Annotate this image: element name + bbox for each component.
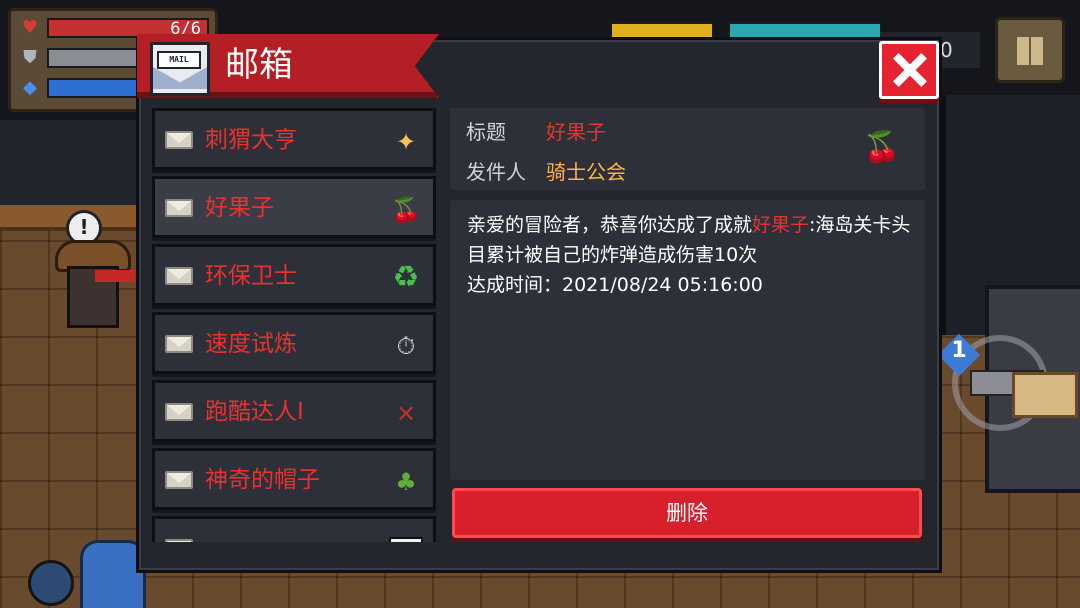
cupid-icon: ✦: [395, 128, 417, 156]
mail-item-label: 神奇的帽子: [205, 467, 320, 493]
mail-item-label: 环保卫士: [205, 263, 297, 289]
weapon-card-icon: [1012, 372, 1078, 418]
mail-list[interactable]: 刺猬大亨 ✦ 好果子 🍒 环保卫士 ♻ 速度试炼 ⏱ 跑酷达人I ✕ 神奇的帽子…: [152, 108, 439, 542]
mail-item-label: 速度试炼: [205, 331, 297, 357]
mail-item[interactable]: 🐼: [152, 516, 436, 542]
hat-icon: ♣: [395, 468, 417, 496]
envelope-icon: [165, 335, 193, 353]
envelope-icon: [165, 403, 193, 421]
mail-item[interactable]: 跑酷达人I ✕: [152, 380, 436, 442]
envelope-icon: [165, 471, 193, 489]
mail-item[interactable]: 速度试炼 ⏱: [152, 312, 436, 374]
npc-character[interactable]: [55, 240, 135, 328]
mail-item[interactable]: 环保卫士 ♻: [152, 244, 436, 306]
recycle-icon: ♻: [392, 260, 420, 295]
delete-button[interactable]: 删除: [452, 488, 922, 538]
left-wall: [0, 120, 140, 210]
ninja-icon: ✕: [395, 400, 417, 428]
mail-item[interactable]: 神奇的帽子 ♣: [152, 448, 436, 510]
mail-item-label: 刺猬大亨: [205, 127, 297, 153]
envelope-icon: [165, 199, 193, 217]
sender-label: 发件人: [466, 160, 526, 184]
cherry-icon: 🍒: [391, 196, 421, 224]
dialog-title: 邮箱: [225, 45, 293, 85]
panda-icon: 🐼: [389, 537, 423, 542]
cherry-icon: 🍒: [863, 130, 901, 165]
weapon-slot-number: 1: [951, 338, 967, 363]
achievement-time: 达成时间：2021/08/24 05:16:00: [467, 274, 763, 296]
mail-item[interactable]: 刺猬大亨 ✦: [152, 108, 436, 170]
heart-icon: ♥: [21, 17, 39, 38]
body-highlight: 好果子: [752, 214, 810, 236]
mail-body-panel: 亲爱的冒险者，恭喜你达成了成就好果子:海岛关卡头目累计被自己的炸弹造成伤害10次…: [450, 200, 925, 480]
envelope-icon: [165, 539, 193, 542]
pause-button[interactable]: [995, 17, 1065, 83]
shield-icon: ⛊: [23, 47, 37, 68]
mail-header-panel: 标题 好果子 发件人 骑士公会: [450, 108, 925, 190]
mail-icon: MAIL: [150, 42, 210, 96]
envelope-icon: [165, 267, 193, 285]
mail-body-text: 亲爱的冒险者，恭喜你达成了成就好果子:海岛关卡头目累计被自己的炸弹造成伤害10次…: [467, 210, 917, 300]
envelope-icon: [165, 131, 193, 149]
mail-item-label: 好果子: [205, 195, 274, 221]
pot-icon: [28, 560, 74, 606]
stopwatch-icon: ⏱: [396, 332, 416, 360]
sender-value: 骑士公会: [546, 160, 626, 184]
diamond-icon: ◆: [23, 77, 37, 98]
title-label: 标题: [466, 120, 506, 144]
title-value: 好果子: [546, 120, 606, 144]
close-button[interactable]: [879, 41, 939, 99]
mail-item[interactable]: 好果子 🍒: [152, 176, 436, 238]
body-prefix: 亲爱的冒险者，恭喜你达成了成就: [467, 214, 753, 236]
mail-item-label: 跑酷达人I: [205, 399, 304, 425]
